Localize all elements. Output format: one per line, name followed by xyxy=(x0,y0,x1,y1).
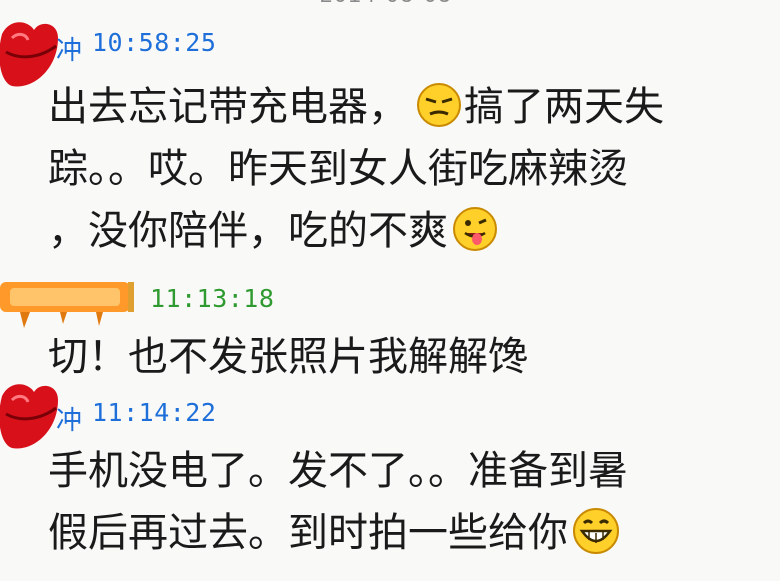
message-text: 出去忘记带充电器， 搞了两天失 踪。。哎。昨天到女人街吃麻辣烫 ，没你陪伴，吃的… xyxy=(48,76,768,262)
grin-emoji-icon xyxy=(573,508,619,554)
text-line: 踪。。哎。昨天到女人街吃麻辣烫 xyxy=(48,146,628,192)
message-header: 冲 10:58:25 xyxy=(0,18,780,78)
chat-log: 2014-03-03 冲 10:58:25 出去忘记带充电器， 搞了两天失 踪。… xyxy=(0,0,780,581)
text-line: 假后再过去。到时拍一些给你 xyxy=(48,502,768,564)
message-time: 10:58:25 xyxy=(92,28,217,57)
message-header: 冲 11:14:22 xyxy=(0,388,780,448)
text-line: 手机没电了。发不了。。准备到暑 xyxy=(48,448,628,494)
tongue-out-emoji-icon xyxy=(453,207,497,251)
message-header: 11:13:18 xyxy=(0,272,780,332)
annoyed-emoji-icon xyxy=(417,83,461,127)
date-header: 2014-03-03 xyxy=(320,0,453,8)
sender-name: 冲 xyxy=(56,406,83,436)
text-line: 切！也不发张照片我解解馋 xyxy=(48,334,528,380)
text-line: 出去忘记带充电器， 搞了两天失 xyxy=(48,83,664,130)
text-line: ，没你陪伴，吃的不爽 xyxy=(48,200,768,262)
message-time: 11:13:18 xyxy=(150,284,275,313)
sender-name: 冲 xyxy=(56,36,83,66)
message-time: 11:14:22 xyxy=(92,398,217,427)
message-text: 手机没电了。发不了。。准备到暑 假后再过去。到时拍一些给你 xyxy=(48,440,768,564)
message-text: 切！也不发张照片我解解馋 xyxy=(48,326,768,388)
